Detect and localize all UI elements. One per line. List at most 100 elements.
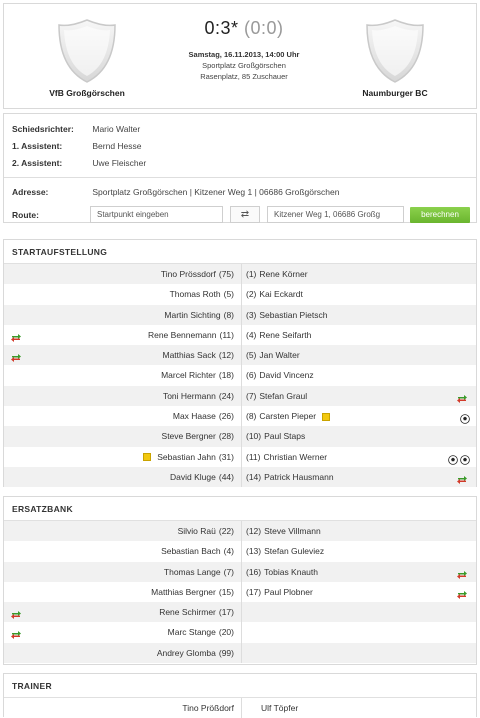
home-team-name: VfB Großgörschen bbox=[49, 88, 125, 98]
home-player[interactable]: Martin Sichting (8) bbox=[164, 305, 239, 325]
referee-row: Schiedsrichter: Mario Walter bbox=[12, 122, 140, 136]
away-player[interactable]: (16) Tobias Knauth bbox=[246, 562, 318, 582]
home-player-name: Marcel Richter bbox=[161, 370, 216, 381]
home-player-number: (24) bbox=[218, 390, 234, 401]
home-player-name: David Kluge bbox=[170, 471, 216, 482]
away-player[interactable]: (13) Stefan Guleviez bbox=[246, 541, 324, 561]
home-player[interactable]: Matthias Bergner (15) bbox=[151, 582, 239, 602]
swap-route-button[interactable]: ⇄ bbox=[230, 206, 260, 223]
home-player[interactable]: Rene Bennemann (11) bbox=[148, 325, 239, 345]
away-player[interactable]: (11) Christian Werner bbox=[246, 447, 327, 467]
bench-row: Matthias Bergner (15) (17) Paul Plobner bbox=[4, 581, 476, 603]
away-player-name: Sebastian Pietsch bbox=[259, 309, 328, 320]
home-player[interactable]: Rene Schirmer (17) bbox=[159, 602, 239, 622]
away-player-name: Steve Villmann bbox=[264, 526, 321, 536]
route-start-input[interactable]: Startpunkt eingeben bbox=[90, 206, 223, 223]
trainer-title: TRAINER bbox=[4, 674, 476, 698]
bench-row: Thomas Lange (7) (16) Tobias Knauth bbox=[4, 561, 476, 582]
address-value: Sportplatz Großgörschen | Kitzener Weg 1… bbox=[92, 187, 340, 197]
home-player-name: Marc Stange bbox=[167, 627, 216, 638]
home-player[interactable]: Thomas Lange (7) bbox=[164, 562, 239, 582]
away-player[interactable] bbox=[246, 602, 249, 622]
away-player[interactable]: (17) Paul Plobner bbox=[246, 582, 313, 602]
home-player[interactable]: Andrey Glomba (99) bbox=[157, 643, 239, 663]
home-player-name: Steve Bergner bbox=[161, 431, 216, 442]
away-player-name: Rene Körner bbox=[259, 269, 308, 279]
away-player-number: (13) bbox=[246, 546, 262, 557]
home-player[interactable]: David Kluge (44) bbox=[170, 467, 239, 487]
route-row: Route: bbox=[12, 208, 90, 222]
trainer-row: Tino Prößdorf Ulf Töpfer bbox=[4, 698, 476, 718]
column-divider bbox=[241, 602, 242, 623]
home-club[interactable]: VfB Großgörschen bbox=[12, 18, 162, 98]
home-player-number: (26) bbox=[218, 411, 234, 422]
lineup-title: STARTAUFSTELLUNG bbox=[4, 240, 476, 264]
home-player-name: Max Haase bbox=[172, 411, 216, 422]
address-label: Adresse: bbox=[12, 187, 49, 197]
away-player[interactable]: (7) Stefan Graul bbox=[246, 386, 307, 406]
home-player[interactable]: Marcel Richter (18) bbox=[161, 365, 239, 385]
away-player-name: Carsten Pieper bbox=[259, 411, 317, 422]
home-player[interactable]: Sebastian Bach (4) bbox=[161, 541, 239, 561]
yellow-card-icon bbox=[143, 453, 152, 462]
home-player-name: Matthias Sack bbox=[162, 350, 216, 361]
home-player-number: (11) bbox=[219, 329, 235, 340]
away-club[interactable]: Naumburger BC bbox=[320, 18, 470, 98]
home-player[interactable]: Tino Prössdorf (75) bbox=[161, 264, 239, 284]
halftime-score: (0:0) bbox=[244, 18, 284, 38]
away-player[interactable]: (10) Paul Staps bbox=[246, 426, 305, 446]
home-player[interactable]: Toni Hermann (24) bbox=[163, 386, 239, 406]
match-venue: Sportplatz Großgörschen bbox=[202, 61, 286, 70]
home-player[interactable]: Sebastian Jahn (31) bbox=[143, 447, 239, 467]
column-divider bbox=[241, 541, 242, 562]
away-player[interactable]: (8) Carsten Pieper bbox=[246, 406, 331, 426]
home-player-name: Matthias Bergner bbox=[151, 586, 216, 597]
home-player-number: (15) bbox=[218, 586, 234, 597]
route-destination-input[interactable]: Kitzener Weg 1, 06686 Großg bbox=[267, 206, 404, 223]
column-divider bbox=[241, 521, 242, 542]
away-player-number: (11) bbox=[246, 451, 261, 462]
away-player-name: Jan Walter bbox=[259, 350, 300, 361]
calculate-route-button[interactable]: berechnen bbox=[410, 207, 470, 223]
away-player[interactable]: (12) Steve Villmann bbox=[246, 521, 321, 541]
home-player[interactable]: Steve Bergner (28) bbox=[162, 426, 239, 446]
home-trainer[interactable]: Tino Prößdorf bbox=[182, 698, 239, 718]
home-player-number: (31) bbox=[218, 451, 234, 462]
home-player[interactable]: Matthias Sack (12) bbox=[162, 345, 239, 365]
route-label: Route: bbox=[12, 210, 39, 220]
yellow-card-icon bbox=[322, 412, 331, 421]
match-meta: Samstag, 16.11.2013, 14:00 Uhr Sportplat… bbox=[164, 49, 324, 82]
away-player[interactable] bbox=[246, 643, 249, 663]
match-report-page: VfB Großgörschen 0:3* (0:0) Samstag, 16.… bbox=[0, 0, 480, 718]
away-player[interactable]: (4) Rene Seifarth bbox=[246, 325, 311, 345]
home-player-name: Silvio Raü bbox=[177, 526, 216, 536]
home-player[interactable]: Silvio Raü (22) bbox=[178, 521, 239, 541]
away-trainer[interactable]: Ulf Töpfer bbox=[261, 698, 298, 718]
assistant2-label: 2. Assistent: bbox=[12, 158, 63, 168]
trainer-box: TRAINER Tino Prößdorf Ulf Töpfer bbox=[3, 673, 477, 718]
match-date: Samstag, 16.11.2013, 14:00 Uhr bbox=[188, 50, 300, 59]
column-divider bbox=[241, 324, 242, 346]
away-player-number: (7) bbox=[246, 390, 257, 401]
away-player[interactable]: (1) Rene Körner bbox=[246, 264, 308, 284]
lineup-row: Rene Bennemann (11) (4) Rene Seifarth bbox=[4, 324, 476, 346]
away-player-name: Stefan Graul bbox=[259, 390, 308, 401]
away-player[interactable]: (5) Jan Walter bbox=[246, 345, 300, 365]
home-player-number: (22) bbox=[218, 526, 234, 536]
home-player[interactable]: Thomas Roth (5) bbox=[170, 284, 239, 304]
away-player[interactable]: (3) Sebastian Pietsch bbox=[246, 305, 327, 325]
bench-row: Marc Stange (20) bbox=[4, 622, 476, 643]
away-player[interactable]: (6) David Vincenz bbox=[246, 365, 314, 385]
lineup-row: David Kluge (44) (14) Patrick Hausmann bbox=[4, 466, 476, 488]
away-player[interactable]: (14) Patrick Hausmann bbox=[246, 467, 334, 487]
away-player[interactable] bbox=[246, 622, 249, 642]
home-player[interactable]: Marc Stange (20) bbox=[168, 622, 239, 642]
score: 0:3* (0:0) bbox=[164, 18, 324, 39]
match-pitch: Rasenplatz, 85 Zuschauer bbox=[200, 72, 288, 81]
assistant1-label: 1. Assistent: bbox=[12, 141, 63, 151]
away-player-name: Paul Staps bbox=[264, 431, 306, 442]
bench-row: Silvio Raü (22) (12) Steve Villmann bbox=[4, 521, 476, 542]
away-player-number: (4) bbox=[246, 329, 257, 340]
home-player[interactable]: Max Haase (26) bbox=[173, 406, 239, 426]
away-player[interactable]: (2) Kai Eckardt bbox=[246, 284, 303, 304]
